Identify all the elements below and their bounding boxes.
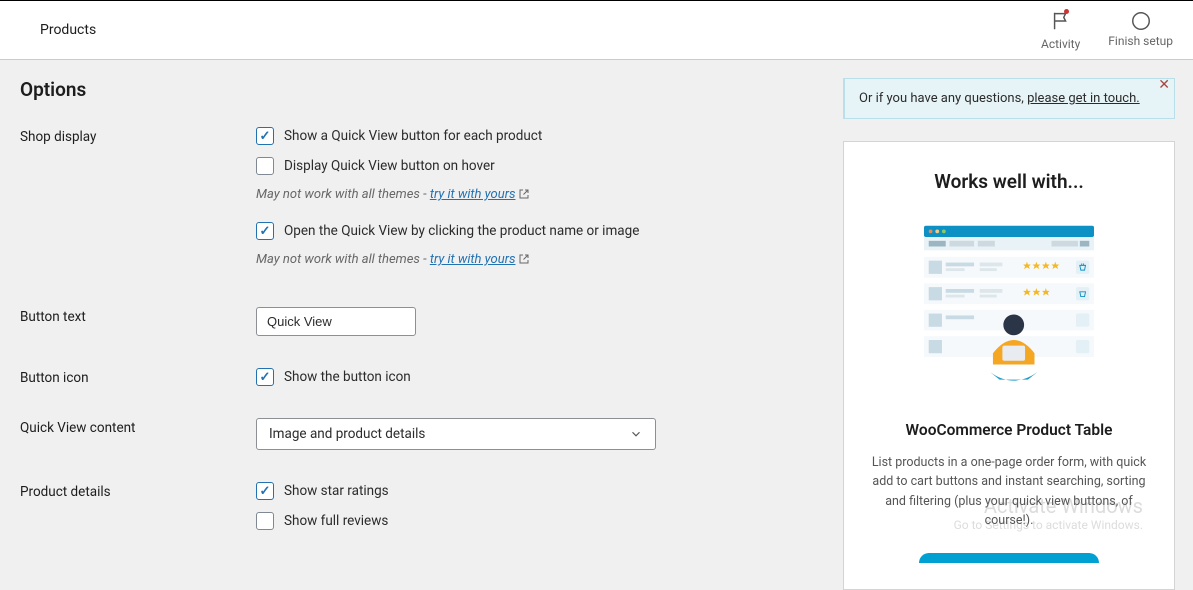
promo-illustration	[914, 221, 1104, 395]
button-icon-checkbox[interactable]	[256, 368, 274, 386]
topbar: Products Activity Finish setup	[0, 0, 1193, 60]
button-text-label: Button text	[20, 307, 256, 325]
promo-card: Works well with...	[843, 141, 1175, 590]
finish-setup-label: Finish setup	[1108, 34, 1173, 48]
theme-note-1: May not work with all themes - try it wi…	[256, 187, 825, 204]
quick-view-hover-checkbox[interactable]	[256, 157, 274, 175]
external-link-icon	[518, 188, 530, 204]
promo-cta-button[interactable]	[919, 553, 1099, 563]
button-icon-check-label[interactable]: Show the button icon	[284, 369, 411, 385]
try-theme-link-1[interactable]: try it with yours	[430, 187, 516, 202]
contact-notice: ✕ Or if you have any questions, please g…	[843, 78, 1175, 119]
get-in-touch-link[interactable]: please get in touch.	[1027, 91, 1140, 106]
chevron-down-icon	[629, 427, 643, 441]
full-reviews-checkbox[interactable]	[256, 512, 274, 530]
close-icon[interactable]: ✕	[1158, 78, 1170, 92]
try-theme-link-2[interactable]: try it with yours	[430, 252, 516, 267]
theme-note-2: May not work with all themes - try it wi…	[256, 252, 825, 269]
button-text-input[interactable]	[256, 307, 416, 336]
topbar-actions: Activity Finish setup	[1041, 10, 1173, 51]
promo-title: Works well with...	[866, 170, 1152, 193]
quick-view-content-select[interactable]: Image and product details	[256, 418, 656, 450]
page-title: Products	[40, 22, 96, 38]
promo-subtitle: WooCommerce Product Table	[866, 421, 1152, 439]
quick-view-content-label: Quick View content	[20, 418, 256, 436]
quick-view-hover-label[interactable]: Display Quick View button on hover	[284, 158, 495, 174]
flag-icon	[1050, 10, 1072, 35]
circle-icon	[1130, 10, 1152, 32]
quick-view-each-checkbox[interactable]	[256, 127, 274, 145]
shop-display-label: Shop display	[20, 127, 256, 145]
activity-label: Activity	[1041, 37, 1080, 51]
external-link-icon	[518, 253, 530, 269]
quick-view-each-label[interactable]: Show a Quick View button for each produc…	[284, 128, 542, 144]
notification-dot	[1064, 9, 1069, 14]
button-icon-label: Button icon	[20, 368, 256, 386]
activity-button[interactable]: Activity	[1041, 10, 1080, 51]
settings-form: Options Shop display Show a Quick View b…	[20, 78, 825, 548]
select-value: Image and product details	[269, 426, 425, 442]
star-ratings-label[interactable]: Show star ratings	[284, 483, 389, 499]
finish-setup-button[interactable]: Finish setup	[1108, 10, 1173, 51]
open-click-label[interactable]: Open the Quick View by clicking the prod…	[284, 223, 639, 239]
promo-description: List products in a one-page order form, …	[866, 453, 1152, 531]
section-heading: Options	[20, 78, 825, 101]
star-ratings-checkbox[interactable]	[256, 482, 274, 500]
sidebar: ✕ Or if you have any questions, please g…	[843, 78, 1175, 590]
product-details-label: Product details	[20, 482, 256, 500]
full-reviews-label[interactable]: Show full reviews	[284, 513, 388, 529]
open-click-checkbox[interactable]	[256, 222, 274, 240]
